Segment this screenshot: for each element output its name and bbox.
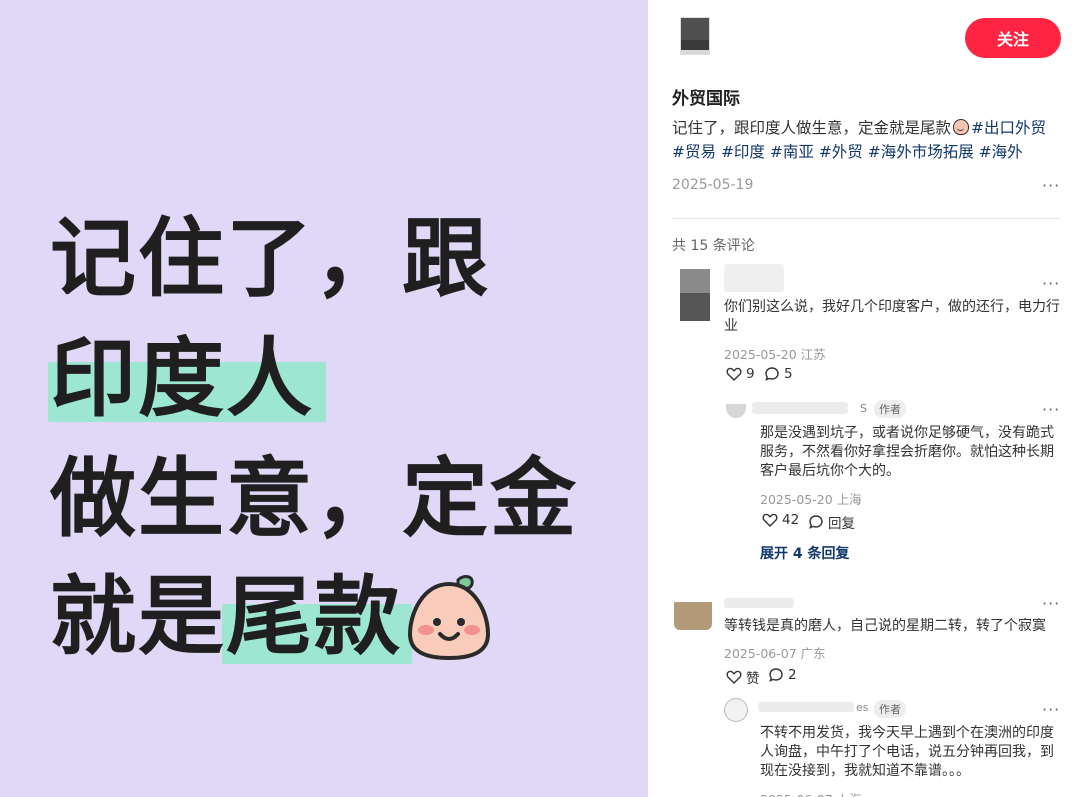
hashtag[interactable]: #外贸 (819, 143, 863, 161)
comment-meta: 2025-06-07 广东 (724, 646, 826, 661)
avatar-part (680, 269, 710, 293)
more-icon[interactable]: ··· (1042, 176, 1060, 195)
author-avatar[interactable] (680, 17, 710, 55)
commenter-name[interactable] (724, 264, 784, 292)
reply-name-tail: S (860, 402, 867, 415)
comment-icon (769, 668, 783, 682)
cover-line-3: 做生意，定金 (50, 449, 578, 549)
reply-button[interactable]: 回复 (808, 512, 855, 532)
reply-name-tail: es (856, 701, 869, 714)
cover-line-4: 就是尾款 (50, 567, 402, 667)
like-button[interactable]: 42 (762, 512, 799, 528)
face-emoji-icon (407, 575, 491, 661)
follow-button[interactable]: 关注 (965, 18, 1061, 58)
hashtag[interactable]: #出口外贸 (971, 119, 1046, 137)
reply-text: 不转不用发货，我今天早上遇到个在澳洲的印度人询盘，中午打了个电话，说五分钟再回我… (760, 725, 1054, 779)
post-body: 记住了，跟印度人做生意，定金就是尾款 #出口外贸 #贸易 #印度 #南亚 #外贸 … (672, 116, 1064, 164)
cover-line-2: 印度人 (50, 329, 314, 429)
reply-count-button[interactable]: 5 (764, 366, 793, 382)
more-icon[interactable]: ··· (1042, 274, 1060, 293)
comment-count: 共 15 条评论 (672, 238, 755, 254)
note-detail-page: 记住了，跟 印度人 做生意，定金 就是尾款 关注 外贸国际 记住了，跟印度人做生… (0, 0, 1080, 797)
comment-meta: 2025-05-20 江苏 (724, 347, 826, 362)
hashtag[interactable]: #南亚 (770, 143, 814, 161)
expand-replies-link[interactable]: 展开 4 条回复 (760, 543, 850, 563)
heart-icon (726, 670, 742, 684)
reply-name[interactable] (758, 702, 854, 712)
more-icon[interactable]: ··· (1042, 700, 1060, 719)
commenter-name[interactable] (724, 598, 794, 608)
hashtag[interactable]: #海外 (979, 143, 1023, 161)
reply-count-button[interactable]: 2 (768, 667, 797, 683)
cover-image: 记住了，跟 印度人 做生意，定金 就是尾款 (0, 0, 648, 797)
author-badge: 作者 (874, 400, 906, 418)
more-icon[interactable]: ··· (1042, 594, 1060, 613)
post-date: 2025-05-19 (672, 177, 754, 193)
reply-avatar[interactable] (726, 404, 746, 418)
commenter-avatar[interactable] (674, 602, 712, 630)
cover-line-1: 记住了，跟 (50, 209, 490, 309)
comment-text: 你们别这么说，我好几个印度客户，做的还行，电力行业 (724, 299, 1060, 334)
note-side-panel: 关注 外贸国际 记住了，跟印度人做生意，定金就是尾款 #出口外贸 #贸易 #印度 … (648, 0, 1080, 797)
reply-text: 那是没遇到坑子，或者说你足够硬气，没有跪式服务，不然看你好拿捏会折磨你。就怕这种… (760, 425, 1054, 479)
divider (672, 218, 1060, 219)
reply-meta: 2025-06-07 上海 (760, 789, 862, 797)
post-text: 记住了，跟印度人做生意，定金就是尾款 (672, 119, 952, 137)
like-button[interactable]: 9 (726, 366, 755, 382)
hashtag[interactable]: #印度 (721, 143, 765, 161)
author-badge: 作者 (874, 700, 906, 718)
hashtag[interactable]: #海外市场拓展 (868, 143, 974, 161)
comment-icon (765, 367, 779, 381)
heart-icon (726, 367, 742, 381)
heart-icon (762, 513, 778, 527)
reply-avatar[interactable] (724, 698, 748, 722)
reply-meta: 2025-05-20 上海 (760, 492, 862, 507)
more-icon[interactable]: ··· (1042, 400, 1060, 419)
hashtag[interactable]: #贸易 (672, 143, 716, 161)
reply-name[interactable] (752, 402, 848, 414)
comment-icon (809, 515, 823, 529)
face-emoji-icon (953, 119, 970, 135)
like-button[interactable]: 赞 (726, 667, 760, 687)
comment-text: 等转钱是真的磨人，自己说的星期二转，转了个寂寞 (724, 618, 1046, 634)
post-title: 外贸国际 (672, 89, 740, 109)
